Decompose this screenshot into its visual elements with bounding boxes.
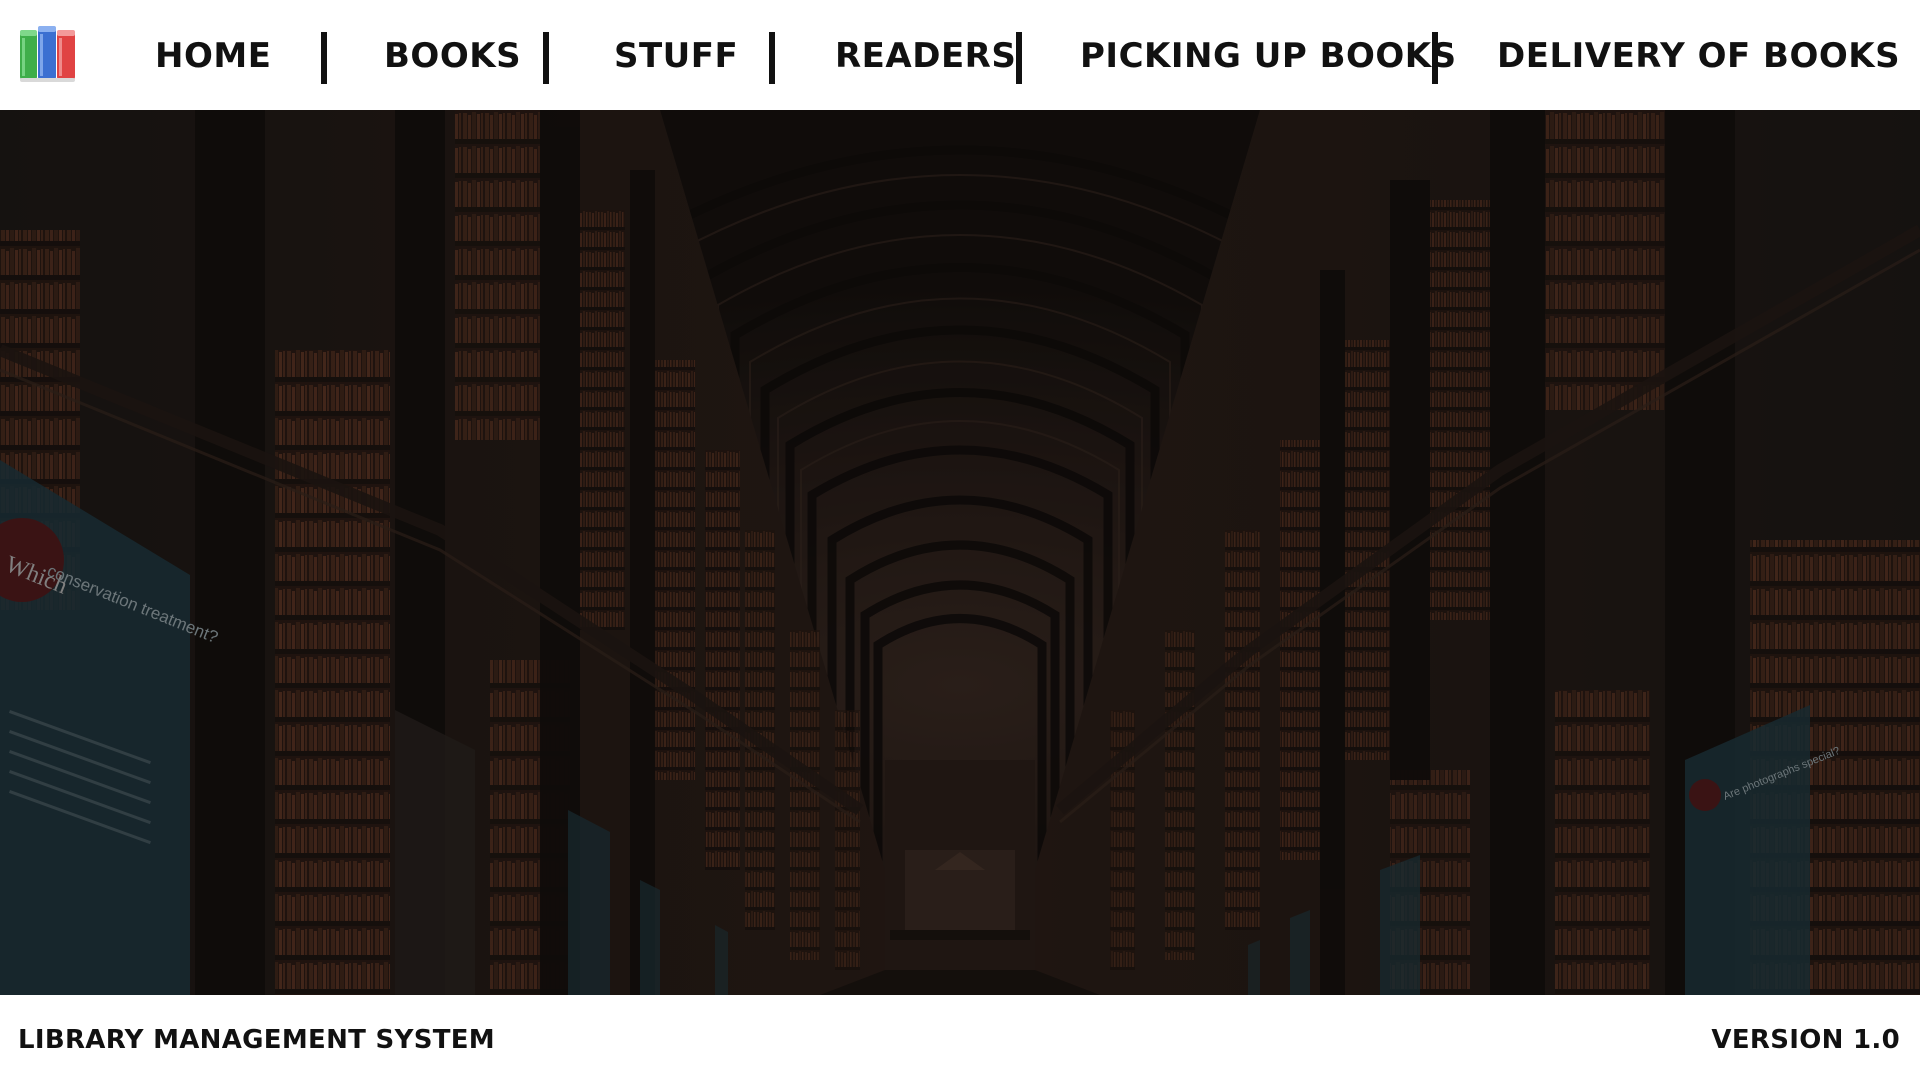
library-app: HOME BOOKS STUFF READERS PICKING UP BOOK… (0, 0, 1920, 1080)
nav-readers[interactable]: READERS (835, 36, 1016, 76)
nav-separator (769, 32, 775, 84)
nav-separator (1432, 32, 1438, 84)
nav-books[interactable]: BOOKS (384, 36, 521, 76)
nav-separator (543, 32, 549, 84)
library-hall-illustration: Which conservation treatment? Are photog… (0, 110, 1920, 995)
nav-separator (1016, 32, 1022, 84)
books-logo-icon[interactable] (18, 20, 78, 84)
nav-delivery-of-books[interactable]: DELIVERY OF BOOKS (1497, 36, 1900, 76)
app-name-label: LIBRARY MANAGEMENT SYSTEM (18, 1025, 495, 1055)
hero-library-image: Which conservation treatment? Are photog… (0, 110, 1920, 995)
nav-home[interactable]: HOME (155, 36, 271, 76)
nav-picking-up-books[interactable]: PICKING UP BOOKS (1080, 36, 1457, 76)
nav-separator (321, 32, 327, 84)
footer-bar: LIBRARY MANAGEMENT SYSTEM VERSION 1.0 (0, 995, 1920, 1080)
top-navigation-bar: HOME BOOKS STUFF READERS PICKING UP BOOK… (0, 0, 1920, 110)
nav-stuff[interactable]: STUFF (614, 36, 738, 76)
version-label: VERSION 1.0 (1711, 1025, 1900, 1055)
